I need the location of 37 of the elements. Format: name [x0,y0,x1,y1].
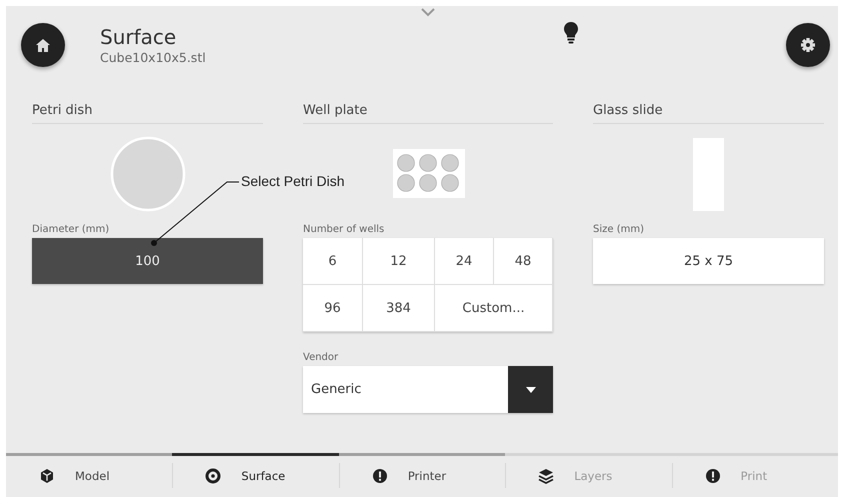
file-name: Cube10x10x5.stl [100,50,206,65]
layers-icon [538,468,554,484]
well-count-option[interactable]: 384 [363,285,435,332]
field-label: Size (mm) [593,224,645,235]
well-count-option[interactable]: 12 [363,238,435,285]
section-heading: Petri dish [32,103,263,124]
vendor-dropdown[interactable]: Generic [303,366,553,413]
field-label: Number of wells [303,224,386,235]
caret-down-icon [526,386,536,392]
home-button[interactable] [21,23,65,67]
step-tab[interactable]: Model [6,456,172,495]
lightbulb-icon[interactable] [564,22,578,44]
cube-icon [39,468,55,484]
well-count-option[interactable]: 96 [303,285,363,332]
page-title: Surface [100,25,176,49]
diameter-field[interactable]: 100 [32,238,263,284]
section-heading: Glass slide [593,103,824,124]
field-label: Diameter (mm) [32,224,110,235]
step-tab[interactable]: Surface [172,456,339,495]
exclamation-icon [704,468,721,484]
well-plate-drawing[interactable] [392,148,466,200]
well-count-option[interactable]: Custom... [435,285,553,332]
settings-icon [801,38,815,52]
exclamation-icon [372,468,388,484]
home-icon [36,38,50,52]
section-heading: Well plate [303,103,553,124]
field-label: Vendor [303,352,340,363]
size-field[interactable]: 25 x 75 [593,238,824,284]
well-count-option[interactable]: 6 [303,238,363,285]
annotation-text: Select Petri Dish [241,173,344,189]
well-count-option[interactable]: 48 [494,238,553,285]
petri-dish-drawing[interactable] [110,136,186,212]
ring-icon [205,468,222,484]
chevron-down-icon[interactable] [421,8,435,17]
step-tab[interactable]: Printer [338,456,506,495]
settings-button[interactable] [786,23,830,67]
well-count-option[interactable]: 24 [435,238,494,285]
